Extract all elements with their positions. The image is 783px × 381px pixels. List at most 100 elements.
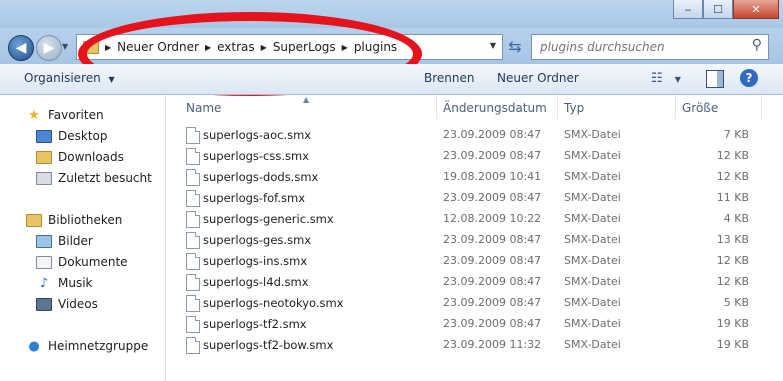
file-size: 12 KB	[716, 275, 749, 288]
file-row[interactable]: superlogs-dods.smx 19.08.2009 10:41 SMX-…	[166, 167, 783, 188]
breadcrumb-item[interactable]: ▶ extras	[205, 40, 255, 54]
search-input[interactable]	[538, 39, 742, 55]
nav-label: Desktop	[58, 129, 108, 143]
nav-item-documents[interactable]: Dokumente	[36, 252, 128, 272]
nav-label: Dokumente	[58, 255, 128, 269]
breadcrumb-item[interactable]: ▶ plugins	[342, 40, 398, 54]
help-button[interactable]: ?	[740, 69, 758, 87]
breadcrumb-label: extras	[217, 40, 255, 54]
address-row: ◀ ▶ ▼ ▶ Neuer Ordner ▶ extras ▶ SuperLog…	[0, 28, 783, 64]
file-row[interactable]: superlogs-css.smx 23.09.2009 08:47 SMX-D…	[166, 146, 783, 167]
folder-icon	[83, 40, 99, 54]
new-folder-button[interactable]: Neuer Ordner	[497, 71, 579, 85]
file-icon	[186, 253, 200, 270]
search-icon[interactable]: ⚲	[752, 37, 762, 53]
nav-label: Favoriten	[48, 108, 104, 122]
file-row[interactable]: superlogs-ins.smx 23.09.2009 08:47 SMX-D…	[166, 251, 783, 272]
command-bar: Organisieren ▼ Brennen Neuer Ordner ☷ ▼ …	[0, 64, 783, 95]
nav-item-favorites[interactable]: ★ Favoriten	[26, 105, 104, 125]
chevron-right-icon: ▶	[105, 42, 112, 52]
chevron-right-icon: ▶	[260, 42, 267, 52]
file-row[interactable]: superlogs-tf2.smx 23.09.2009 08:47 SMX-D…	[166, 314, 783, 335]
file-name: superlogs-tf2-bow.smx	[203, 338, 334, 352]
nav-item-homegroup[interactable]: ● Heimnetzgruppe	[26, 336, 148, 356]
file-type: SMX-Datei	[564, 338, 621, 351]
file-name: superlogs-tf2.smx	[203, 317, 307, 331]
file-date: 19.08.2009 10:41	[443, 170, 542, 183]
column-header-date[interactable]: Änderungsdatum	[443, 101, 547, 115]
forward-button[interactable]: ▶	[36, 35, 62, 61]
column-divider[interactable]	[675, 95, 676, 119]
file-row[interactable]: superlogs-tf2-bow.smx 23.09.2009 11:32 S…	[166, 335, 783, 356]
homegroup-icon: ●	[28, 338, 40, 354]
file-type: SMX-Datei	[564, 233, 621, 246]
file-name: superlogs-css.smx	[203, 149, 310, 163]
maximize-button[interactable]: ☐	[703, 0, 733, 19]
file-size: 11 KB	[716, 191, 749, 204]
view-list-icon: ☷	[651, 71, 663, 86]
sort-up-icon: ▲	[303, 95, 310, 104]
recent-places-icon	[36, 171, 52, 185]
address-dropdown-icon[interactable]: ▼	[490, 41, 496, 50]
column-header-type[interactable]: Typ	[564, 101, 584, 115]
file-name: superlogs-neotokyo.smx	[203, 296, 344, 310]
nav-item-libraries[interactable]: Bibliotheken	[26, 210, 122, 230]
file-row[interactable]: superlogs-fof.smx 23.09.2009 08:47 SMX-D…	[166, 188, 783, 209]
breadcrumb-item[interactable]: ▶ Neuer Ordner	[105, 40, 199, 54]
back-button[interactable]: ◀	[8, 35, 34, 61]
breadcrumb-label: Neuer Ordner	[117, 40, 199, 54]
file-row[interactable]: superlogs-l4d.smx 23.09.2009 08:47 SMX-D…	[166, 272, 783, 293]
column-divider[interactable]	[761, 95, 762, 119]
close-button[interactable]: ✕	[733, 0, 779, 19]
change-view-button[interactable]: ☷ ▼	[651, 71, 681, 86]
chevron-down-icon: ▼	[674, 75, 681, 84]
file-icon	[186, 316, 200, 333]
file-row[interactable]: superlogs-ges.smx 23.09.2009 08:47 SMX-D…	[166, 230, 783, 251]
file-icon	[186, 295, 200, 312]
file-date: 23.09.2009 08:47	[443, 128, 542, 141]
file-date: 23.09.2009 08:47	[443, 254, 542, 267]
organize-button[interactable]: Organisieren ▼	[24, 71, 115, 85]
file-type: SMX-Datei	[564, 317, 621, 330]
nav-label: Bibliotheken	[48, 213, 123, 227]
nav-label: Videos	[58, 297, 98, 311]
chevron-down-icon: ▼	[108, 75, 115, 84]
breadcrumb-item[interactable]: ▶ SuperLogs	[261, 40, 336, 54]
nav-label: Zuletzt besucht	[58, 171, 152, 185]
nav-item-music[interactable]: ♪ Musik	[36, 273, 93, 293]
address-bar[interactable]: ▶ Neuer Ordner ▶ extras ▶ SuperLogs ▶ pl…	[76, 34, 503, 60]
file-size: 13 KB	[716, 233, 749, 246]
refresh-button[interactable]: ⇆	[504, 36, 526, 58]
file-row[interactable]: superlogs-neotokyo.smx 23.09.2009 08:47 …	[166, 293, 783, 314]
nav-item-downloads[interactable]: Downloads	[36, 147, 124, 167]
search-box[interactable]: ⚲	[531, 34, 769, 60]
column-header-size[interactable]: Größe	[682, 101, 718, 115]
nav-item-pictures[interactable]: Bilder	[36, 231, 93, 251]
nav-label: Heimnetzgruppe	[48, 339, 149, 353]
file-row[interactable]: superlogs-generic.smx 12.08.2009 10:22 S…	[166, 209, 783, 230]
documents-icon	[36, 255, 52, 269]
file-date: 23.09.2009 08:47	[443, 317, 542, 330]
nav-item-videos[interactable]: Videos	[36, 294, 98, 314]
chevron-right-icon: ▶	[204, 42, 212, 52]
nav-item-recent[interactable]: Zuletzt besucht	[36, 168, 152, 188]
file-type: SMX-Datei	[564, 254, 621, 267]
file-name: superlogs-l4d.smx	[203, 275, 309, 289]
nav-label: Bilder	[58, 234, 93, 248]
file-date: 23.09.2009 08:47	[443, 149, 542, 162]
history-dropdown-icon[interactable]: ▼	[62, 42, 68, 51]
column-divider[interactable]	[557, 95, 558, 119]
breadcrumb-label: SuperLogs	[272, 40, 336, 54]
nav-item-desktop[interactable]: Desktop	[36, 126, 108, 146]
column-divider[interactable]	[436, 95, 437, 119]
nav-label: Musik	[58, 276, 93, 290]
column-header-name[interactable]: Name	[186, 101, 221, 115]
preview-pane-button[interactable]	[706, 70, 724, 88]
file-type: SMX-Datei	[564, 149, 621, 162]
minimize-button[interactable]: ‒	[673, 0, 703, 19]
burn-button[interactable]: Brennen	[424, 71, 474, 85]
file-row[interactable]: superlogs-aoc.smx 23.09.2009 08:47 SMX-D…	[166, 125, 783, 146]
file-size: 12 KB	[716, 170, 749, 183]
chevron-right-icon: ▶	[341, 42, 348, 52]
file-name: superlogs-fof.smx	[203, 191, 306, 205]
